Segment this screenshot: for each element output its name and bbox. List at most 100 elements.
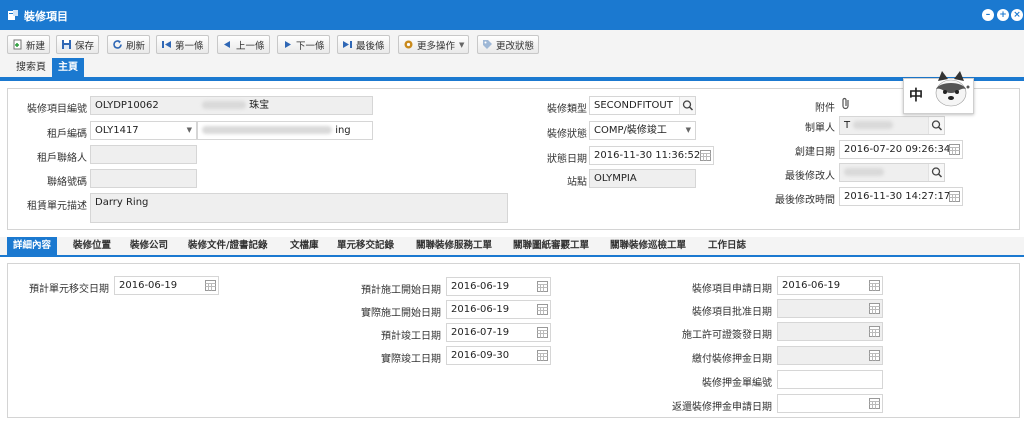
calendar-icon[interactable] xyxy=(700,150,711,161)
gear-icon xyxy=(404,40,413,49)
actual-completion-label: 實際竣工日期 xyxy=(381,354,441,365)
fitout-status-label: 裝修狀態 xyxy=(547,129,587,140)
save-icon xyxy=(62,40,71,49)
fitout-type-lookup[interactable] xyxy=(679,97,695,114)
application-date-value: 2016-06-19 xyxy=(782,280,841,291)
last-modified-time-label: 最後修改時間 xyxy=(775,195,835,206)
prev-record-label: 上一條 xyxy=(236,40,265,52)
redacted-text xyxy=(853,121,894,129)
planned-handover-field[interactable]: 2016-06-19 xyxy=(114,276,219,295)
project-no-field[interactable]: OLYDP10062 珠宝 xyxy=(90,96,373,115)
first-record-button[interactable]: 第一條 xyxy=(156,35,209,54)
paperclip-icon[interactable] xyxy=(840,97,852,110)
redacted-text xyxy=(202,126,332,134)
actual-completion-field[interactable]: 2016-09-30 xyxy=(446,346,551,365)
actual-start-field[interactable]: 2016-06-19 xyxy=(446,300,551,319)
close-icon[interactable]: × xyxy=(1011,9,1023,21)
calendar-icon[interactable] xyxy=(869,326,880,337)
calendar-icon[interactable] xyxy=(537,281,548,292)
calendar-icon[interactable] xyxy=(869,350,880,361)
unit-desc-field[interactable]: Darry Ring xyxy=(90,193,508,223)
tab-search[interactable]: 搜索頁 xyxy=(10,58,52,77)
new-button[interactable]: 新建 xyxy=(7,35,51,54)
planned-start-field[interactable]: 2016-06-19 xyxy=(446,277,551,296)
deposit-doc-no-field[interactable] xyxy=(777,370,883,389)
calendar-icon[interactable] xyxy=(537,350,548,361)
status-date-field[interactable]: 2016-11-30 11:36:52 xyxy=(589,146,714,165)
tag-icon xyxy=(483,40,492,49)
deposit-pay-date-field[interactable] xyxy=(777,346,883,365)
tab-fitout-company[interactable]: 裝修公司 xyxy=(124,237,174,255)
tab-drawing-review-orders[interactable]: 關聯圖紙審覈工單 xyxy=(507,237,595,255)
app-icon xyxy=(8,10,18,20)
tenant-contact-field[interactable] xyxy=(90,145,197,164)
unit-desc-label: 租賃單元描述 xyxy=(27,201,87,212)
project-no-label: 裝修項目編號 xyxy=(27,104,87,115)
application-date-field[interactable]: 2016-06-19 xyxy=(777,276,883,295)
fitout-status-select[interactable]: COMP/裝修竣工 ▼ xyxy=(589,121,696,140)
actual-start-label: 實際施工開始日期 xyxy=(361,308,441,319)
planned-completion-field[interactable]: 2016-07-19 xyxy=(446,323,551,342)
actual-completion-value: 2016-09-30 xyxy=(451,350,510,361)
tab-fitout-location[interactable]: 裝修位置 xyxy=(67,237,117,255)
planned-completion-value: 2016-07-19 xyxy=(451,327,510,338)
last-record-button[interactable]: 最後條 xyxy=(337,35,390,54)
calendar-icon[interactable] xyxy=(205,280,216,291)
prev-record-button[interactable]: 上一條 xyxy=(217,35,270,54)
last-modifier-field[interactable] xyxy=(839,163,945,182)
site-label: 站點 xyxy=(567,177,587,188)
tenant-code-value: OLY1417 xyxy=(95,125,139,136)
tenant-name-field[interactable]: ing xyxy=(197,121,373,140)
fitout-type-field[interactable]: SECONDFITOUT xyxy=(589,96,696,115)
calendar-icon[interactable] xyxy=(537,304,548,315)
calendar-icon[interactable] xyxy=(869,280,880,291)
tenant-code-select[interactable]: OLY1417 ▼ xyxy=(90,121,197,140)
save-button[interactable]: 保存 xyxy=(56,35,100,54)
redacted-text xyxy=(844,168,884,176)
ime-status-widget[interactable]: 中 xyxy=(903,71,974,114)
last-modified-time-field[interactable]: 2016-11-30 14:27:17 xyxy=(839,187,963,206)
permit-issue-date-field[interactable] xyxy=(777,322,883,341)
status-date-label: 狀態日期 xyxy=(547,154,587,165)
last-modifier-label: 最後修改人 xyxy=(785,171,835,182)
tab-underline xyxy=(0,77,1024,81)
last-modifier-lookup[interactable] xyxy=(928,164,944,181)
new-button-label: 新建 xyxy=(26,40,46,52)
next-record-button[interactable]: 下一條 xyxy=(277,35,330,54)
tab-main[interactable]: 主頁 xyxy=(52,58,84,77)
calendar-icon[interactable] xyxy=(869,303,880,314)
planned-handover-label: 預計單元移交日期 xyxy=(29,284,109,295)
contact-no-field[interactable] xyxy=(90,169,197,188)
calendar-icon[interactable] xyxy=(537,327,548,338)
created-date-field[interactable]: 2016-07-20 09:26:34 xyxy=(839,140,963,159)
last-modified-time-value: 2016-11-30 14:27:17 xyxy=(844,191,951,202)
tab-work-log[interactable]: 工作日誌 xyxy=(702,237,752,255)
tab-inspection-orders[interactable]: 關聯裝修巡檢工單 xyxy=(604,237,692,255)
site-field[interactable]: OLYMPIA xyxy=(589,169,696,188)
refresh-button[interactable]: 刷新 xyxy=(107,35,151,54)
tab-unit-handover[interactable]: 單元移交記錄 xyxy=(331,237,400,255)
creator-field[interactable]: T xyxy=(839,116,945,135)
more-actions-button[interactable]: 更多操作 ▼ xyxy=(398,35,470,54)
creator-lookup[interactable] xyxy=(928,117,944,134)
top-tabs: 搜索頁 主頁 xyxy=(0,58,1024,77)
calendar-icon[interactable] xyxy=(869,398,880,409)
calendar-icon[interactable] xyxy=(949,191,960,202)
calendar-icon[interactable] xyxy=(949,144,960,155)
change-status-label: 更改狀態 xyxy=(496,40,535,52)
first-record-label: 第一條 xyxy=(175,40,204,52)
husky-avatar-icon xyxy=(935,71,970,107)
tab-document-library[interactable]: 文檔庫 xyxy=(284,237,325,255)
minimize-icon[interactable]: – xyxy=(982,9,994,21)
approval-date-field[interactable] xyxy=(777,299,883,318)
tab-details[interactable]: 詳細內容 xyxy=(7,237,58,255)
tab-documents-certificates[interactable]: 裝修文件/證書記錄 xyxy=(182,237,273,255)
creator-value: T xyxy=(844,120,851,131)
deposit-refund-date-field[interactable] xyxy=(777,394,883,413)
tab-service-orders[interactable]: 關聯裝修服務工單 xyxy=(410,237,498,255)
deposit-doc-no-label: 裝修押金單編號 xyxy=(702,378,772,389)
prev-record-icon xyxy=(224,41,230,48)
change-status-button[interactable]: 更改狀態 xyxy=(477,35,540,54)
tenant-code-label: 租戶編碼 xyxy=(47,129,87,140)
maximize-icon[interactable]: + xyxy=(997,9,1009,21)
